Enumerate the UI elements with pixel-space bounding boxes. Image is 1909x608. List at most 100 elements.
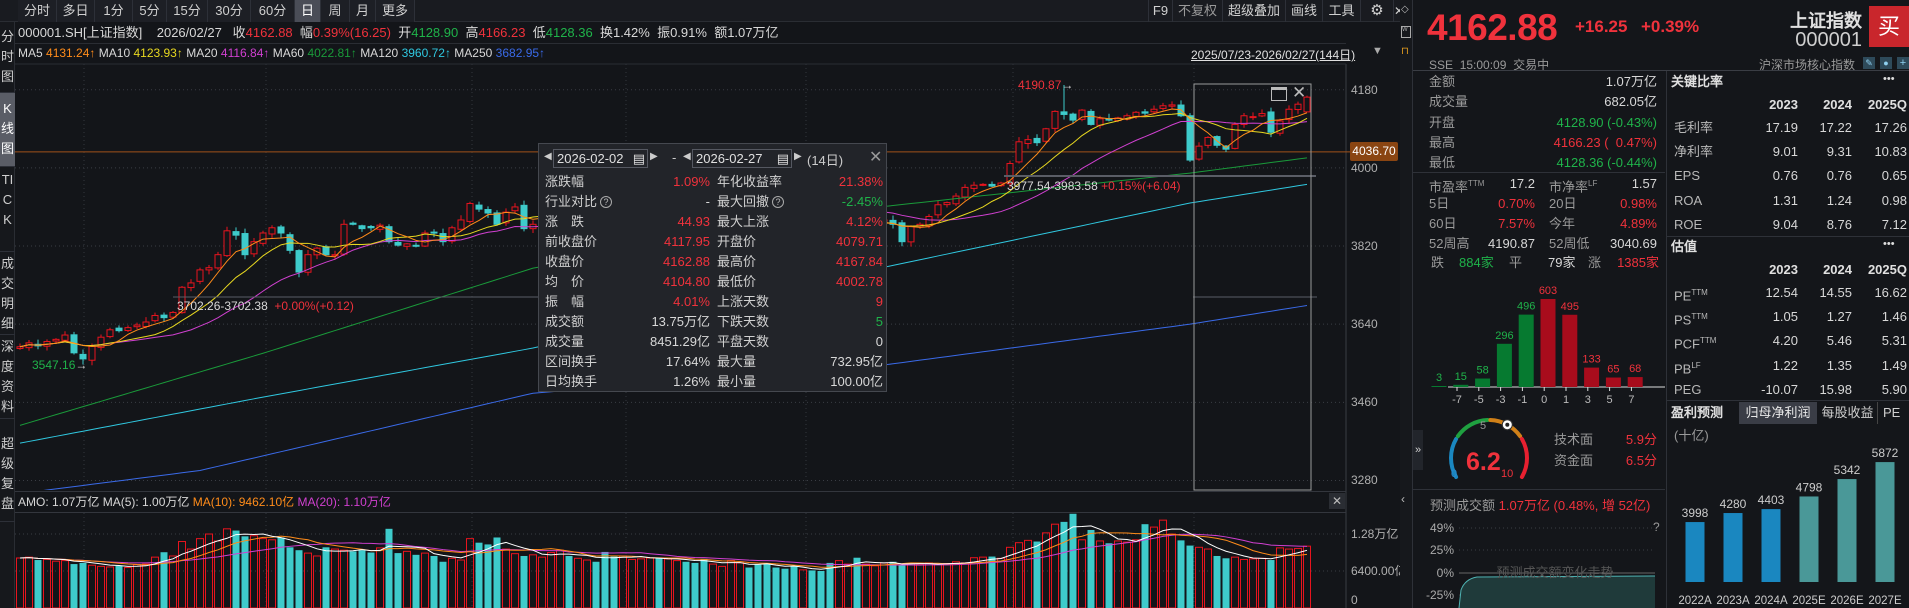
grid-label: 20日 bbox=[1549, 194, 1576, 214]
volume-bar-up bbox=[1123, 541, 1131, 608]
lock-icon[interactable]: ⊓ bbox=[1401, 46, 1409, 57]
ma-legend: MA5 4131.24↑ MA10 4123.93↑ MA20 4116.84↑… bbox=[18, 44, 545, 63]
tab-net-profit[interactable]: 归母净利润 bbox=[1739, 402, 1817, 424]
tab-multi-day[interactable]: 多日 bbox=[57, 0, 95, 22]
more-icon[interactable]: ••• bbox=[1883, 69, 1895, 89]
gear-icon[interactable]: ⚙ bbox=[1360, 0, 1393, 22]
vtab-deep-data[interactable]: 深度资料 bbox=[0, 335, 15, 419]
candle-up bbox=[1231, 123, 1239, 149]
ratio-value: 17.19 bbox=[1765, 120, 1798, 135]
stat-value: 4167.84 bbox=[836, 254, 883, 269]
prev-start-date-arrow[interactable]: ◀ bbox=[544, 151, 552, 162]
tab-1min[interactable]: 1分 bbox=[95, 0, 133, 22]
help-icon[interactable]: ? bbox=[772, 196, 785, 208]
collapse-left-icon[interactable]: ‹ bbox=[1401, 492, 1405, 506]
divider bbox=[15, 512, 1346, 513]
help-icon[interactable]: ? bbox=[600, 196, 613, 208]
tab-weekly[interactable]: 周 bbox=[321, 0, 350, 22]
distribution-bar-label: 495 bbox=[1561, 301, 1579, 313]
low-value: 4128.36 bbox=[545, 25, 593, 40]
w-icon[interactable]: W bbox=[1401, 26, 1411, 38]
more-icon[interactable]: ••• bbox=[1883, 234, 1895, 254]
candle-down bbox=[1087, 110, 1095, 125]
tab-fenshi[interactable]: 分时 bbox=[18, 0, 57, 22]
calendar-icon[interactable]: ▤ bbox=[777, 150, 789, 167]
tab-15min[interactable]: 15分 bbox=[167, 0, 208, 22]
maximize-icon[interactable] bbox=[1271, 87, 1287, 101]
distribution-tick-label: -1 bbox=[1518, 394, 1528, 406]
stats-row: 收盘价 4162.88 最高价 4167.84 bbox=[539, 252, 888, 272]
vol-ma5: MA(5): 1.00万亿 bbox=[102, 495, 190, 509]
volume-bar-up bbox=[313, 555, 321, 608]
tools-button[interactable]: 工具 bbox=[1322, 0, 1360, 22]
earnings-bar bbox=[1799, 496, 1819, 582]
tab-30min[interactable]: 30分 bbox=[208, 0, 251, 22]
quote-stat-row: 金额 1.07万亿 bbox=[1429, 72, 1657, 92]
stat-label-text: 平盘天数 bbox=[717, 334, 770, 349]
tab-monthly[interactable]: 月 bbox=[350, 0, 376, 22]
end-date-input[interactable]: 2026-02-27 ▤ bbox=[692, 149, 792, 168]
security-code: 000001 bbox=[1795, 29, 1862, 51]
draw-line-button[interactable]: 画线 bbox=[1285, 0, 1322, 22]
earnings-bar bbox=[1761, 509, 1781, 582]
alert-bell-icon[interactable]: ● bbox=[1880, 57, 1892, 69]
close-volume-panel-icon[interactable]: ✕ bbox=[1329, 493, 1345, 509]
f9-button[interactable]: F9 bbox=[1148, 0, 1172, 22]
tab-pe[interactable]: PE bbox=[1883, 402, 1900, 424]
tab-daily[interactable]: 日 bbox=[295, 0, 321, 22]
add-icon[interactable]: + bbox=[1897, 57, 1909, 69]
no-adjust-button[interactable]: 不复权 bbox=[1172, 0, 1222, 22]
tab-60min[interactable]: 60分 bbox=[251, 0, 295, 22]
measure-line-label-1[interactable]: 3702.26-3702.38 +0.00%(+0.12) bbox=[177, 299, 354, 313]
help-icon[interactable]: ? bbox=[1653, 520, 1660, 534]
edit-icon[interactable]: ✎ bbox=[1863, 57, 1875, 69]
ratio-value: 12.54 bbox=[1765, 285, 1798, 300]
buy-button[interactable]: 买 bbox=[1869, 6, 1909, 47]
vtab-super-review[interactable]: 超级复盘 bbox=[0, 432, 15, 522]
tab-5min[interactable]: 5分 bbox=[133, 0, 167, 22]
ratio-value: 17.26 bbox=[1874, 120, 1907, 135]
calendar-icon[interactable]: ▤ bbox=[633, 150, 645, 167]
next-start-date-arrow[interactable]: ▶ bbox=[650, 151, 658, 162]
measure-range: 3977.54-3983.58 bbox=[1007, 179, 1098, 193]
ma-value: 3960.72↑ bbox=[401, 46, 451, 60]
diamond-icon[interactable]: ◇ bbox=[1401, 4, 1409, 15]
expand-panel-icon[interactable]: » bbox=[1413, 430, 1423, 470]
volume-bar-up bbox=[943, 562, 951, 608]
ratio-label: ROA bbox=[1674, 191, 1702, 211]
close-popup-icon[interactable]: ✕ bbox=[869, 147, 882, 167]
ratio-value: 0.76 bbox=[1826, 168, 1852, 184]
tab-more[interactable]: 更多 bbox=[376, 0, 415, 22]
ma-label: MA10 bbox=[98, 46, 131, 60]
volume-tick: 1.28万亿 bbox=[1351, 527, 1399, 541]
distribution-tick-label: 0 bbox=[1541, 394, 1547, 406]
left-view-tabs: 分时图 K线图 TICK 成交明细 深度资料 超级复盘 bbox=[0, 22, 15, 608]
measure-change: +0.00%(+0.12) bbox=[274, 299, 354, 313]
vtab-tick[interactable]: TICK bbox=[0, 168, 15, 252]
open-label: 开 bbox=[398, 25, 412, 40]
volume-bar-up bbox=[1042, 532, 1050, 608]
date-range-link[interactable]: 2025/07/23-2026/02/27(144日) bbox=[1191, 46, 1355, 63]
tab-eps[interactable]: 每股收益 bbox=[1818, 402, 1878, 424]
stat-value: 0 bbox=[875, 334, 883, 349]
start-date-input[interactable]: 2026-02-02 ▤ bbox=[553, 149, 648, 168]
vtab-kline[interactable]: K线图 bbox=[0, 93, 15, 167]
stat-value: 4162.88 bbox=[663, 254, 710, 269]
measure-range: 3702.26-3702.38 bbox=[177, 299, 268, 313]
vtab-fenshi[interactable]: 分时图 bbox=[0, 23, 15, 93]
dropdown-triangle-icon[interactable]: ▼ bbox=[1372, 45, 1383, 57]
earnings-bar bbox=[1837, 479, 1857, 582]
vtab-trade-detail[interactable]: 成交明细 bbox=[0, 252, 15, 335]
stat-label-text: 均 价 bbox=[545, 274, 585, 289]
volume-bar-down bbox=[1186, 545, 1194, 608]
stat-label-text: 日均换手 bbox=[545, 374, 598, 389]
measure-line-label-2[interactable]: 3977.54-3983.58 +0.15%(+6.04) bbox=[1007, 179, 1180, 193]
distribution-bar bbox=[1562, 314, 1578, 387]
next-end-date-arrow[interactable]: ▶ bbox=[794, 151, 802, 162]
candle-up bbox=[61, 334, 69, 341]
prev-end-date-arrow[interactable]: ◀ bbox=[683, 151, 691, 162]
super-overlay-button[interactable]: 超级叠加 bbox=[1222, 0, 1285, 22]
close-selection-icon[interactable]: ✕ bbox=[1292, 83, 1306, 103]
volume-bar-down bbox=[745, 567, 753, 608]
candle-up bbox=[952, 195, 960, 205]
